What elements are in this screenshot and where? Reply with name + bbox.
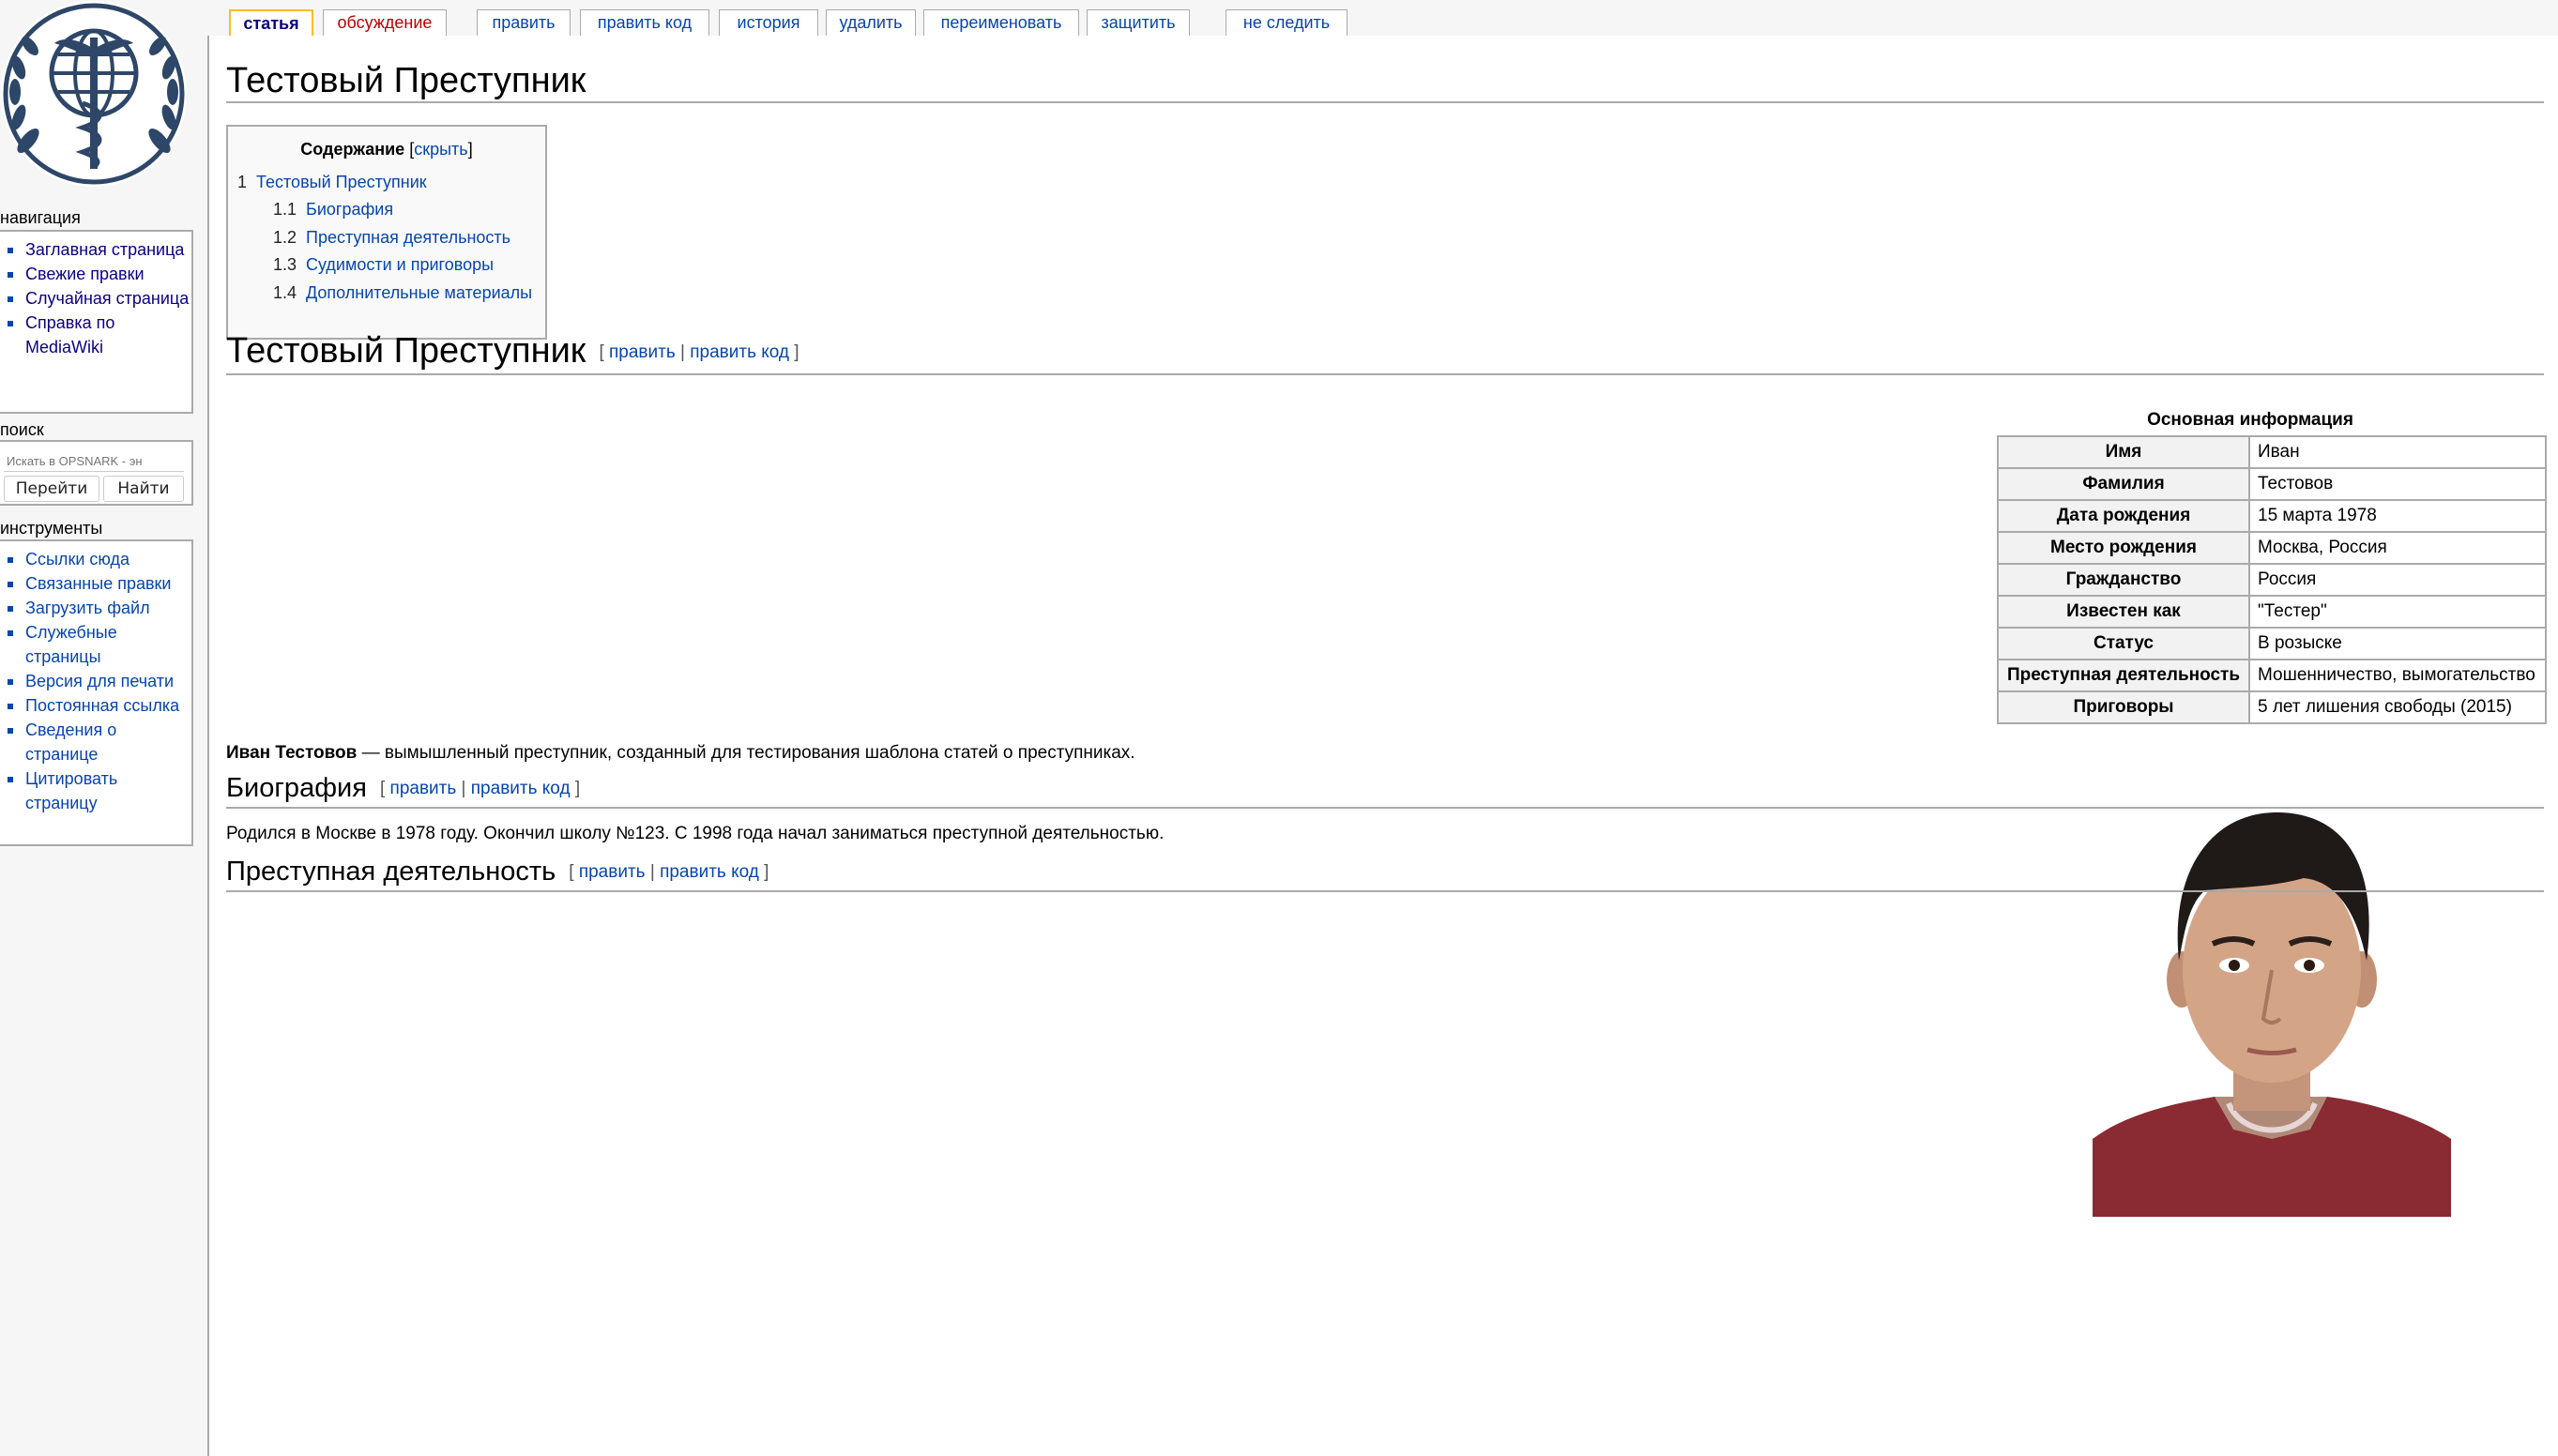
edit-link[interactable]: править [390, 779, 457, 798]
nav-item-main-page[interactable]: Заглавная страница [0, 237, 191, 262]
infobox-caption: Основная информация [2147, 410, 2353, 430]
page-title: Тестовый Преступник [226, 60, 2544, 103]
edit-source-link[interactable]: править код [660, 862, 759, 882]
tool-related-changes[interactable]: Связанные правки [0, 571, 191, 596]
toc-item[interactable]: 1 Тестовый Преступник [237, 173, 427, 192]
tool-cite-page[interactable]: Цитировать страницу [0, 766, 191, 815]
section-edit-links: [ править | править код ] [379, 779, 581, 799]
infobox-row: Фамилия Тестовов [1997, 467, 2547, 501]
tab-delete[interactable]: удалить [826, 9, 916, 36]
section-edit-links: [ править | править код ] [569, 862, 769, 883]
section-heading-main: Тестовый Преступник[ править | править к… [226, 330, 2544, 375]
tab-edit-source[interactable]: править код [580, 9, 709, 36]
toc-item[interactable]: 1.4 Дополнительные материалы [273, 283, 532, 303]
intro-paragraph: Иван Тестовов — вымышленный преступник, … [226, 743, 1135, 763]
infobox-row: Статус В розыске [1997, 627, 2547, 660]
infobox-row: Известен как "Тестер" [1997, 595, 2547, 629]
infobox-row: Место рождения Москва, Россия [1997, 531, 2547, 565]
tools-box: Ссылки сюда Связанные правки Загрузить ф… [0, 539, 193, 846]
search-heading: поиск [0, 420, 44, 439]
toc-item[interactable]: 1.3 Судимости и приговоры [273, 255, 494, 275]
tab-unwatch[interactable]: не следить [1226, 9, 1348, 36]
tool-printable-version[interactable]: Версия для печати [0, 669, 191, 693]
go-button[interactable]: Перейти [4, 476, 99, 502]
infobox-row: Дата рождения 15 марта 1978 [1997, 499, 2547, 533]
content-area: Тестовый Преступник Содержание [скрыть] … [207, 36, 2558, 1456]
edit-link[interactable]: править [609, 342, 676, 362]
section-heading-biography: Биография[ править | править код ] [226, 770, 2544, 810]
tool-permanent-link[interactable]: Постоянная ссылка [0, 693, 191, 718]
tool-upload-file[interactable]: Загрузить файл [0, 596, 191, 620]
section-edit-links: [ править | править код ] [599, 341, 799, 362]
nav-item-random-page[interactable]: Случайная страница [0, 286, 191, 311]
infobox-row: Гражданство Россия [1997, 563, 2547, 597]
search-button[interactable]: Найти [103, 476, 184, 502]
search-box: Перейти Найти [0, 440, 193, 506]
tools-list: Ссылки сюда Связанные правки Загрузить ф… [0, 541, 191, 819]
navigation-list: Заглавная страница Свежие правки Случайн… [0, 232, 191, 363]
toc-item[interactable]: 1.1 Биография [273, 200, 393, 220]
toc-title: Содержание [300, 140, 405, 159]
section-heading-criminal-activity: Преступная деятельность[ править | прави… [226, 854, 2544, 893]
table-of-contents: Содержание [скрыть] 1 Тестовый Преступник… [226, 125, 547, 340]
edit-source-link[interactable]: править код [690, 342, 789, 362]
infobox-row: Приговоры 5 лет лишения свободы (2015) [1997, 690, 2547, 724]
toc-header: Содержание [скрыть] [300, 140, 473, 159]
tool-special-pages[interactable]: Служебные страницы [0, 620, 191, 669]
tab-discussion[interactable]: обсуждение [323, 9, 447, 36]
navigation-heading: навигация [0, 208, 81, 227]
tool-what-links-here[interactable]: Ссылки сюда [0, 547, 191, 571]
sidebar: навигация Заглавная страница Свежие прав… [0, 0, 206, 1456]
tab-history[interactable]: история [719, 9, 818, 36]
tools-heading: инструменты [0, 519, 103, 538]
toc-toggle[interactable]: скрыть [414, 140, 467, 159]
toc-item[interactable]: 1.2 Преступная деятельность [273, 228, 510, 248]
biography-paragraph: Родился в Москве в 1978 году. Окончил шк… [226, 824, 1165, 843]
nav-item-help[interactable]: Справка по MediaWiki [0, 311, 191, 359]
nav-item-recent-changes[interactable]: Свежие правки [0, 262, 191, 286]
tab-article[interactable]: статья [229, 9, 313, 36]
infobox-row: Преступная деятельность Мошенничество, вы… [1997, 659, 2547, 692]
site-logo[interactable] [0, 0, 197, 188]
tab-rename[interactable]: переименовать [923, 9, 1079, 36]
infobox-row: Имя Иван [1997, 435, 2547, 469]
edit-link[interactable]: править [579, 862, 646, 882]
tab-edit[interactable]: править [477, 9, 571, 36]
edit-source-link[interactable]: править код [471, 779, 571, 798]
search-input[interactable] [4, 451, 184, 472]
personal-tools-cutoff [1783, 0, 2558, 9]
infobox: Имя Иван Фамилия Тестовов Дата рождения 15 … [1997, 435, 2547, 724]
tab-protect[interactable]: защитить [1087, 9, 1190, 36]
tool-page-info[interactable]: Сведения о странице [0, 718, 191, 766]
navigation-box: Заглавная страница Свежие правки Случайн… [0, 230, 193, 414]
